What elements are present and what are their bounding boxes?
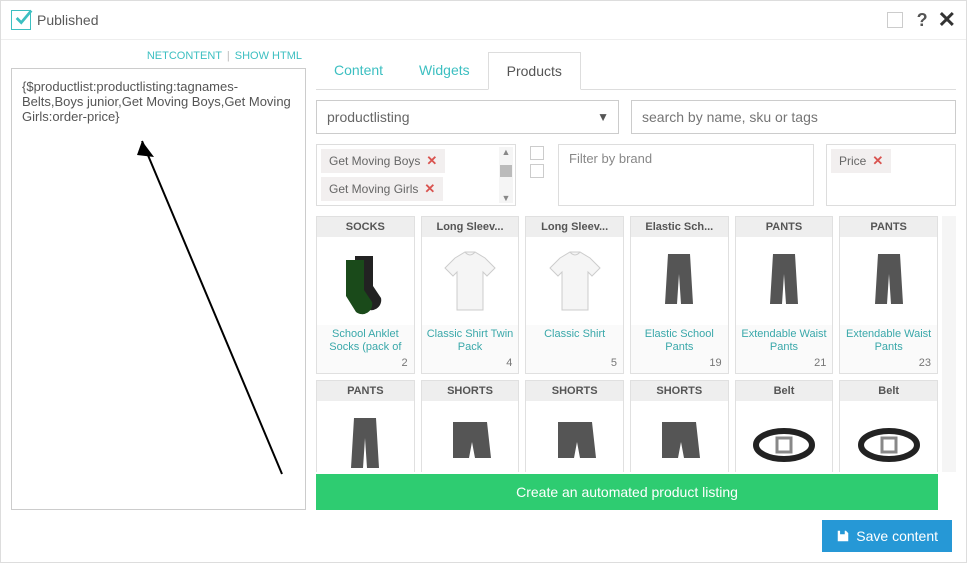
tab-products[interactable]: Products bbox=[488, 52, 581, 90]
annotation-arrow bbox=[12, 69, 306, 509]
product-image bbox=[422, 237, 519, 325]
remove-price-icon[interactable]: ✕ bbox=[872, 153, 883, 169]
product-image bbox=[526, 401, 623, 472]
close-icon[interactable]: ✕ bbox=[938, 7, 956, 33]
product-image bbox=[317, 237, 414, 325]
product-number: 19 bbox=[631, 355, 728, 373]
product-category: Belt bbox=[736, 381, 833, 401]
editor-content: {$productlist:productlisting:tagnames-Be… bbox=[22, 79, 291, 124]
scroll-thumb[interactable] bbox=[500, 165, 512, 177]
product-category: PANTS bbox=[317, 381, 414, 401]
filter-row-1: productlisting ▼ bbox=[316, 100, 956, 134]
tab-widgets[interactable]: Widgets bbox=[401, 52, 488, 89]
tag-filter-box: Get Moving Boys ✕ Get Moving Girls ✕ ▲ ▼ bbox=[316, 144, 516, 206]
product-grid: SOCKS School Anklet Socks (pack of 2 Lon… bbox=[316, 216, 942, 472]
product-card[interactable]: PANTS Extendable Waist Pants 21 bbox=[735, 216, 834, 374]
product-category: PANTS bbox=[736, 217, 833, 237]
product-card[interactable]: Elastic Sch... Elastic School Pants 19 bbox=[630, 216, 729, 374]
brand-filter[interactable]: Filter by brand bbox=[558, 144, 814, 206]
product-number: 2 bbox=[317, 355, 414, 373]
listing-select-wrap: productlisting ▼ bbox=[316, 100, 619, 134]
product-card[interactable]: Belt bbox=[735, 380, 834, 472]
product-card[interactable]: SHORTS bbox=[421, 380, 520, 472]
product-image bbox=[840, 401, 937, 472]
titlebar: Published ? ✕ bbox=[1, 1, 966, 40]
footer: Save content bbox=[1, 510, 966, 562]
product-name: Elastic School Pants bbox=[631, 325, 728, 355]
help-icon[interactable]: ? bbox=[917, 10, 928, 31]
code-editor[interactable]: {$productlist:productlisting:tagnames-Be… bbox=[11, 68, 306, 510]
showhtml-link[interactable]: SHOW HTML bbox=[235, 50, 302, 62]
sort-boxes bbox=[528, 144, 546, 206]
product-card[interactable]: PANTS Extendable Waist Pants 23 bbox=[839, 216, 938, 374]
sort-box[interactable] bbox=[530, 164, 544, 178]
right-panel: Content Widgets Products productlisting … bbox=[316, 46, 956, 510]
product-image bbox=[631, 237, 728, 325]
product-card[interactable]: Long Sleev... Classic Shirt 5 bbox=[525, 216, 624, 374]
tag-chip: Get Moving Girls ✕ bbox=[321, 177, 443, 201]
published-check-icon bbox=[11, 10, 31, 30]
product-name: School Anklet Socks (pack of bbox=[317, 325, 414, 355]
product-grid-wrap: SOCKS School Anklet Socks (pack of 2 Lon… bbox=[316, 216, 956, 472]
product-category: SHORTS bbox=[526, 381, 623, 401]
scroll-down-icon[interactable]: ▼ bbox=[502, 193, 511, 203]
product-image bbox=[526, 237, 623, 325]
product-category: Belt bbox=[840, 381, 937, 401]
product-category: PANTS bbox=[840, 217, 937, 237]
product-number: 21 bbox=[736, 355, 833, 373]
sort-box[interactable] bbox=[530, 146, 544, 160]
price-chip: Price ✕ bbox=[831, 149, 891, 173]
search-input[interactable] bbox=[631, 100, 956, 134]
left-panel: NETCONTENT | SHOW HTML {$productlist:pro… bbox=[11, 46, 306, 510]
modal-window: Published ? ✕ NETCONTENT | SHOW HTML {$p… bbox=[0, 0, 967, 563]
filter-row-2: Get Moving Boys ✕ Get Moving Girls ✕ ▲ ▼ bbox=[316, 144, 956, 206]
product-image bbox=[736, 401, 833, 472]
product-card[interactable]: PANTS bbox=[316, 380, 415, 472]
product-number: 23 bbox=[840, 355, 937, 373]
remove-tag-icon[interactable]: ✕ bbox=[426, 153, 437, 169]
product-image bbox=[840, 237, 937, 325]
create-listing-button[interactable]: Create an automated product listing bbox=[316, 474, 938, 510]
product-name: Extendable Waist Pants bbox=[736, 325, 833, 355]
product-number: 5 bbox=[526, 355, 623, 373]
product-number: 4 bbox=[422, 355, 519, 373]
product-category: SHORTS bbox=[422, 381, 519, 401]
product-image bbox=[317, 401, 414, 472]
product-image bbox=[736, 237, 833, 325]
product-image bbox=[422, 401, 519, 472]
save-content-button[interactable]: Save content bbox=[822, 520, 952, 552]
product-category: Elastic Sch... bbox=[631, 217, 728, 237]
product-name: Extendable Waist Pants bbox=[840, 325, 937, 355]
product-name: Classic Shirt Twin Pack bbox=[422, 325, 519, 355]
tag-scrollbar[interactable]: ▲ ▼ bbox=[499, 147, 513, 203]
listing-select[interactable]: productlisting bbox=[316, 100, 619, 134]
save-icon bbox=[836, 529, 850, 543]
body: NETCONTENT | SHOW HTML {$productlist:pro… bbox=[1, 40, 966, 510]
tag-chip: Get Moving Boys ✕ bbox=[321, 149, 445, 173]
tab-content[interactable]: Content bbox=[316, 52, 401, 89]
product-category: Long Sleev... bbox=[526, 217, 623, 237]
price-filter-box: Price ✕ bbox=[826, 144, 956, 206]
product-category: SOCKS bbox=[317, 217, 414, 237]
window-title: Published bbox=[37, 12, 99, 28]
netcontent-link[interactable]: NETCONTENT bbox=[147, 50, 222, 62]
remove-tag-icon[interactable]: ✕ bbox=[424, 181, 435, 197]
product-card[interactable]: SHORTS bbox=[525, 380, 624, 472]
titlebar-box[interactable] bbox=[887, 12, 903, 28]
product-card[interactable]: Belt bbox=[839, 380, 938, 472]
product-category: Long Sleev... bbox=[422, 217, 519, 237]
grid-scrollbar[interactable] bbox=[942, 216, 956, 472]
product-image bbox=[631, 401, 728, 472]
product-card[interactable]: Long Sleev... Classic Shirt Twin Pack 4 bbox=[421, 216, 520, 374]
tabs: Content Widgets Products bbox=[316, 52, 956, 90]
product-card[interactable]: SHORTS bbox=[630, 380, 729, 472]
scroll-up-icon[interactable]: ▲ bbox=[502, 147, 511, 157]
product-name: Classic Shirt bbox=[526, 325, 623, 355]
product-card[interactable]: SOCKS School Anklet Socks (pack of 2 bbox=[316, 216, 415, 374]
left-links: NETCONTENT | SHOW HTML bbox=[11, 46, 306, 68]
product-category: SHORTS bbox=[631, 381, 728, 401]
